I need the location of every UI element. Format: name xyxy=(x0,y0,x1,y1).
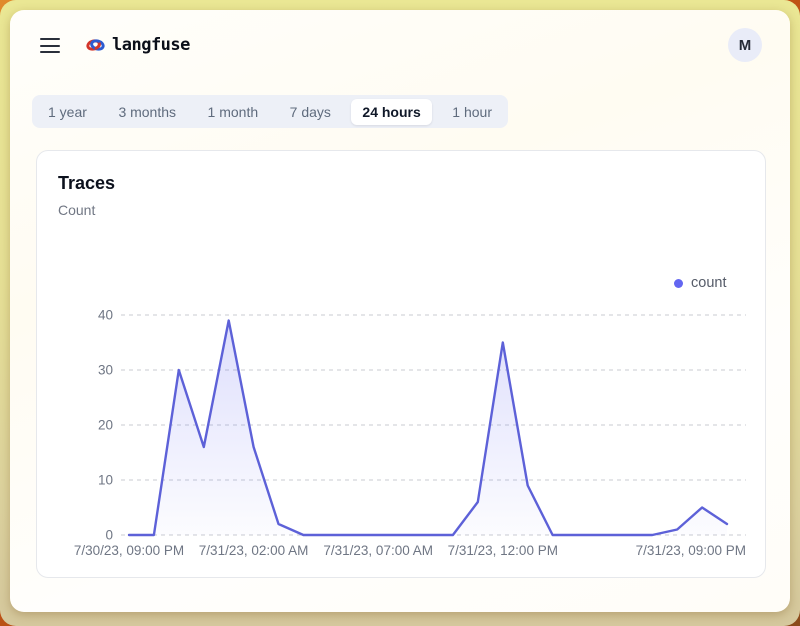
y-axis-tick-label: 20 xyxy=(98,418,113,433)
hamburger-menu-icon[interactable] xyxy=(40,38,60,53)
x-axis-tick-label: 7/30/23, 09:00 PM xyxy=(74,543,184,558)
brand-name: langfuse xyxy=(112,35,190,55)
tab-1-year[interactable]: 1 year xyxy=(37,99,98,125)
legend-label: count xyxy=(691,275,726,291)
chart-legend: count xyxy=(674,275,726,291)
y-axis-tick-label: 10 xyxy=(98,473,113,488)
topbar: langfuse M xyxy=(10,10,790,80)
x-axis-tick-label: 7/31/23, 12:00 PM xyxy=(448,543,558,558)
tab-1-month[interactable]: 1 month xyxy=(197,99,270,125)
legend-dot-icon xyxy=(674,279,683,288)
tab-1-hour[interactable]: 1 hour xyxy=(441,99,503,125)
x-axis-tick-label: 7/31/23, 07:00 AM xyxy=(323,543,433,558)
tab-24-hours[interactable]: 24 hours xyxy=(351,99,431,125)
x-axis-tick-label: 7/31/23, 09:00 PM xyxy=(636,543,746,558)
area-fill xyxy=(129,321,727,536)
langfuse-knot-icon xyxy=(86,37,105,53)
time-range-tabs: 1 year 3 months 1 month 7 days 24 hours … xyxy=(32,95,508,128)
y-axis-tick-label: 40 xyxy=(98,308,113,323)
traces-area-chart: 0 10 20 30 40 7/30/23, 09:00 PM 7/31/23, 02:00… xyxy=(37,151,767,579)
app-window: langfuse M 1 year 3 months 1 month 7 day… xyxy=(10,10,790,612)
brand[interactable]: langfuse xyxy=(86,35,190,55)
y-axis-tick-label: 0 xyxy=(105,528,113,543)
user-avatar[interactable]: M xyxy=(728,28,762,62)
tab-3-months[interactable]: 3 months xyxy=(107,99,187,125)
y-axis-tick-label: 30 xyxy=(98,363,113,378)
x-axis-tick-label: 7/31/23, 02:00 AM xyxy=(199,543,309,558)
tab-7-days[interactable]: 7 days xyxy=(279,99,342,125)
traces-chart-card: Traces Count 0102030407/30/23, 09:00 PM7… xyxy=(36,150,766,578)
